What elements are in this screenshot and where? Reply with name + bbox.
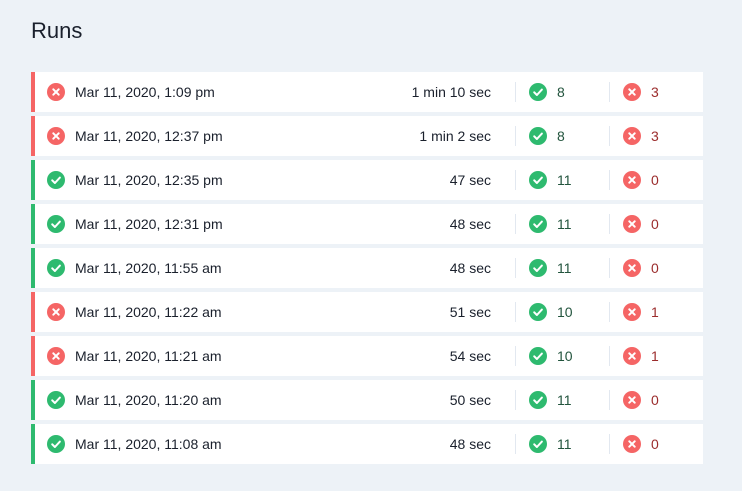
check-circle-icon <box>529 259 547 277</box>
run-date: Mar 11, 2020, 12:31 pm <box>75 216 223 232</box>
check-circle-icon <box>47 215 65 233</box>
check-circle-icon <box>47 435 65 453</box>
page-title: Runs <box>31 18 83 43</box>
x-circle-icon <box>623 127 641 145</box>
x-circle-icon <box>47 347 65 365</box>
x-circle-icon <box>623 171 641 189</box>
x-circle-icon <box>623 391 641 409</box>
run-row-5[interactable]: Mar 11, 2020, 11:22 am 51 sec 10 1 <box>31 292 703 332</box>
check-circle-icon <box>47 259 65 277</box>
divider <box>515 302 516 322</box>
run-duration: 48 sec <box>449 260 491 276</box>
x-circle-icon <box>47 83 65 101</box>
divider <box>515 258 516 278</box>
failed-count: 3 <box>651 128 659 144</box>
run-row-8[interactable]: Mar 11, 2020, 11:08 am 48 sec 11 0 <box>31 424 703 464</box>
x-circle-icon <box>623 83 641 101</box>
divider <box>515 82 516 102</box>
passed-count: 10 <box>557 348 573 364</box>
check-circle-icon <box>529 435 547 453</box>
run-duration: 1 min 10 sec <box>411 84 491 100</box>
divider <box>609 258 610 278</box>
check-circle-icon <box>47 171 65 189</box>
failed-count: 0 <box>651 216 659 232</box>
run-row-7[interactable]: Mar 11, 2020, 11:20 am 50 sec 11 0 <box>31 380 703 420</box>
run-date: Mar 11, 2020, 11:08 am <box>75 436 222 452</box>
divider <box>609 82 610 102</box>
runs-page: Runs Mar 11, 2020, 1:09 pm 1 min 10 sec … <box>0 0 742 491</box>
run-date: Mar 11, 2020, 1:09 pm <box>75 84 215 100</box>
run-duration: 50 sec <box>449 392 491 408</box>
run-row-1[interactable]: Mar 11, 2020, 12:37 pm 1 min 2 sec 8 3 <box>31 116 703 156</box>
run-duration: 51 sec <box>449 304 491 320</box>
passed-count: 11 <box>557 216 572 232</box>
passed-count: 11 <box>557 436 572 452</box>
divider <box>515 214 516 234</box>
run-date: Mar 11, 2020, 11:21 am <box>75 348 222 364</box>
run-duration: 48 sec <box>449 216 491 232</box>
x-circle-icon <box>47 303 65 321</box>
run-date: Mar 11, 2020, 11:55 am <box>75 260 222 276</box>
divider <box>515 346 516 366</box>
x-circle-icon <box>623 303 641 321</box>
check-circle-icon <box>529 391 547 409</box>
divider <box>609 126 610 146</box>
run-duration: 54 sec <box>449 348 491 364</box>
x-circle-icon <box>623 435 641 453</box>
check-circle-icon <box>529 347 547 365</box>
divider <box>515 170 516 190</box>
divider <box>609 390 610 410</box>
check-circle-icon <box>529 127 547 145</box>
failed-count: 1 <box>651 348 659 364</box>
run-row-2[interactable]: Mar 11, 2020, 12:35 pm 47 sec 11 0 <box>31 160 703 200</box>
run-date: Mar 11, 2020, 11:22 am <box>75 304 222 320</box>
passed-count: 8 <box>557 128 565 144</box>
divider <box>609 434 610 454</box>
x-circle-icon <box>623 215 641 233</box>
x-circle-icon <box>47 127 65 145</box>
failed-count: 0 <box>651 172 659 188</box>
run-date: Mar 11, 2020, 12:37 pm <box>75 128 223 144</box>
runs-list: Mar 11, 2020, 1:09 pm 1 min 10 sec 8 3 M… <box>31 72 703 468</box>
run-duration: 47 sec <box>449 172 491 188</box>
run-row-4[interactable]: Mar 11, 2020, 11:55 am 48 sec 11 0 <box>31 248 703 288</box>
check-circle-icon <box>529 83 547 101</box>
divider <box>515 126 516 146</box>
passed-count: 11 <box>557 392 572 408</box>
failed-count: 3 <box>651 84 659 100</box>
passed-count: 8 <box>557 84 565 100</box>
failed-count: 0 <box>651 436 659 452</box>
failed-count: 0 <box>651 260 659 276</box>
check-circle-icon <box>529 215 547 233</box>
run-row-6[interactable]: Mar 11, 2020, 11:21 am 54 sec 10 1 <box>31 336 703 376</box>
run-duration: 48 sec <box>449 436 491 452</box>
run-date: Mar 11, 2020, 12:35 pm <box>75 172 223 188</box>
failed-count: 1 <box>651 304 659 320</box>
divider <box>609 214 610 234</box>
check-circle-icon <box>529 171 547 189</box>
check-circle-icon <box>47 391 65 409</box>
check-circle-icon <box>529 303 547 321</box>
divider <box>515 434 516 454</box>
passed-count: 11 <box>557 172 572 188</box>
run-duration: 1 min 2 sec <box>419 128 491 144</box>
failed-count: 0 <box>651 392 659 408</box>
run-date: Mar 11, 2020, 11:20 am <box>75 392 222 408</box>
divider <box>609 346 610 366</box>
run-row-0[interactable]: Mar 11, 2020, 1:09 pm 1 min 10 sec 8 3 <box>31 72 703 112</box>
divider <box>609 302 610 322</box>
run-row-3[interactable]: Mar 11, 2020, 12:31 pm 48 sec 11 0 <box>31 204 703 244</box>
passed-count: 11 <box>557 260 572 276</box>
passed-count: 10 <box>557 304 573 320</box>
x-circle-icon <box>623 347 641 365</box>
divider <box>515 390 516 410</box>
divider <box>609 170 610 190</box>
x-circle-icon <box>623 259 641 277</box>
